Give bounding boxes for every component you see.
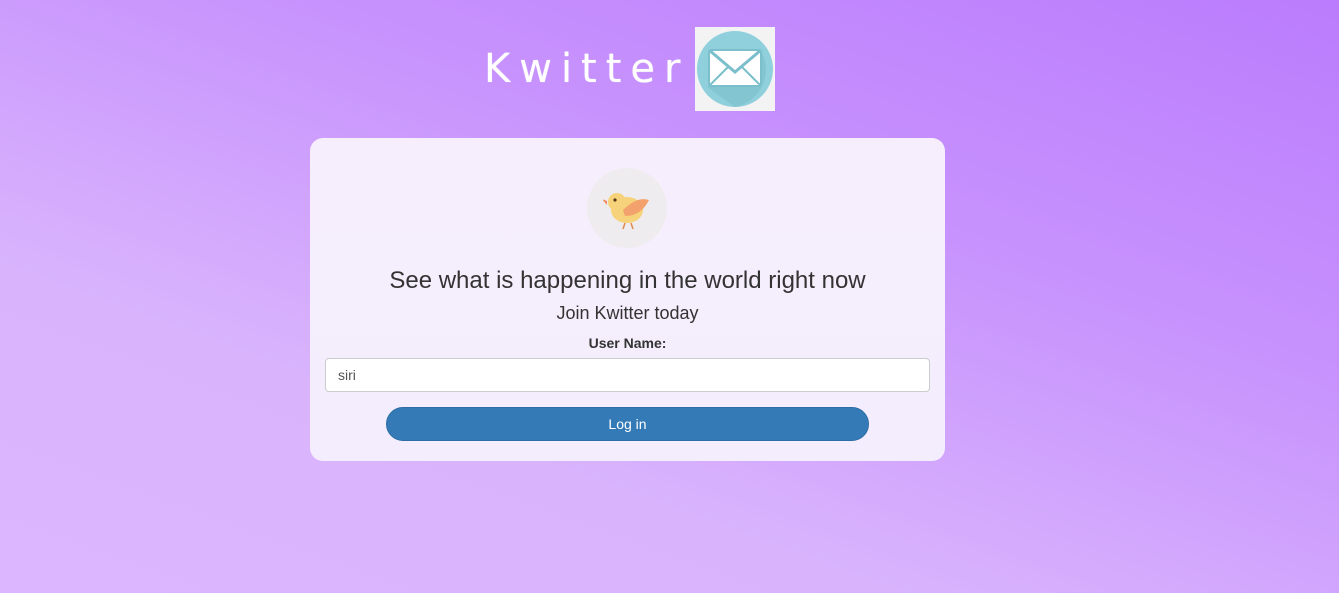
brand-title: Kwitter <box>484 46 690 92</box>
envelope-icon <box>695 27 776 111</box>
login-button[interactable]: Log in <box>386 407 869 441</box>
subline: Join Kwitter today <box>556 303 699 323</box>
header: Kwitter <box>484 27 776 111</box>
bird-icon <box>587 168 667 248</box>
headline: See what is happening in the world right… <box>389 267 866 294</box>
username-input[interactable] <box>325 358 930 392</box>
login-card: See what is happening in the world right… <box>310 138 945 461</box>
username-label: User Name: <box>588 335 667 351</box>
